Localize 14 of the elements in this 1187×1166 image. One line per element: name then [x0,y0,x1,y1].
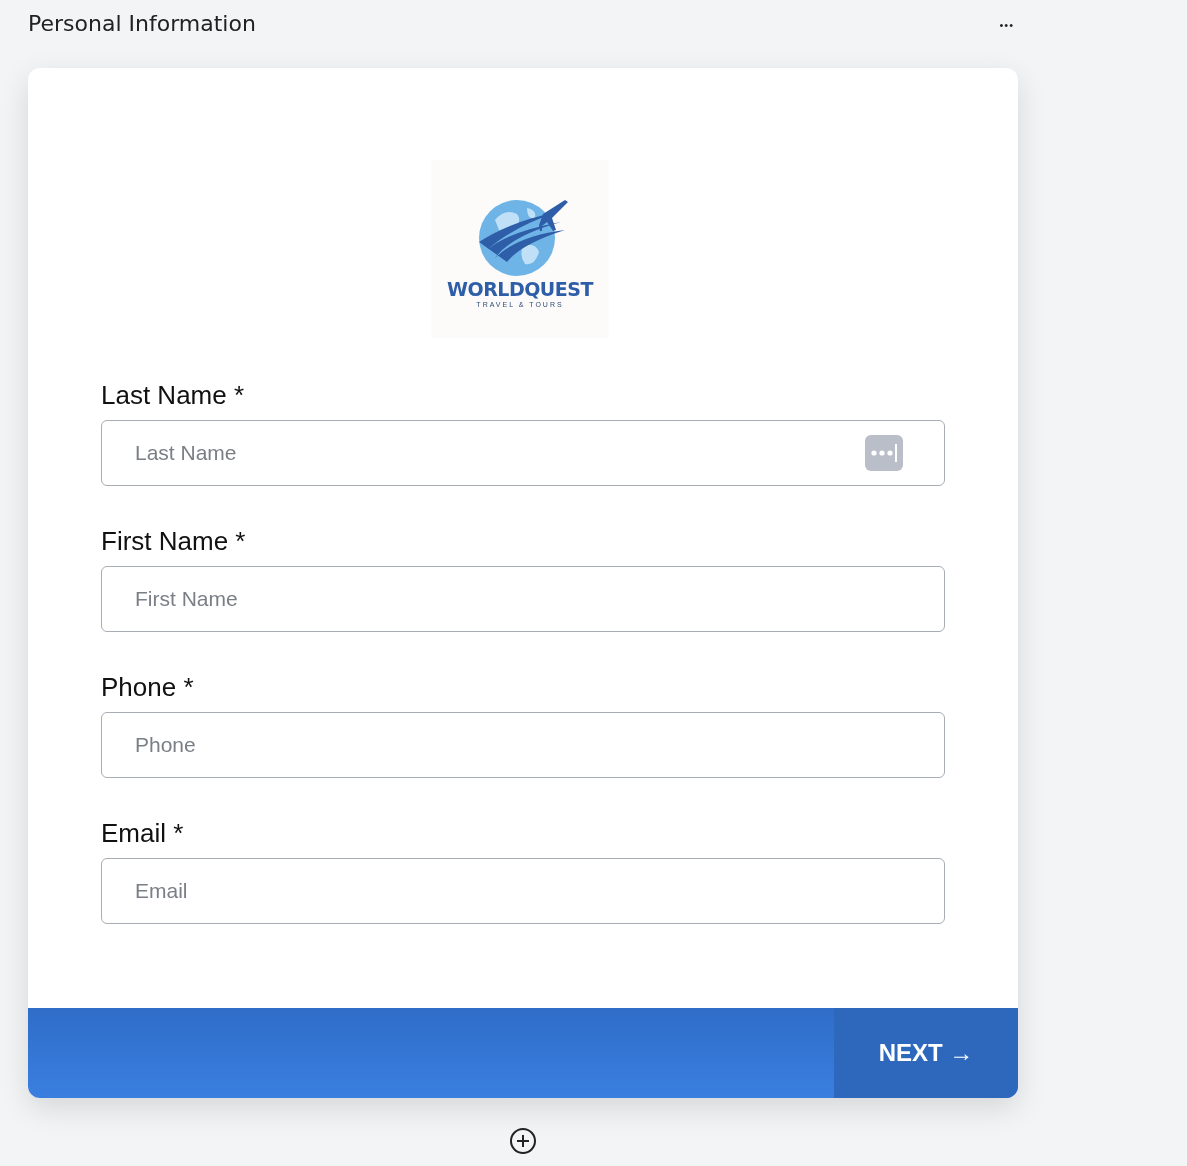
field-label: Email * [101,818,185,848]
field-label: Last Name * [101,380,246,410]
input-field[interactable]: Phone [101,712,945,778]
dots-icon[interactable] [865,435,903,471]
field-label: Phone * [101,672,195,702]
next-button[interactable]: NEXT → [834,1008,1018,1098]
more-menu-button[interactable]: ••• [999,11,1014,39]
input-field[interactable]: Last Name [101,420,945,486]
input-field[interactable]: Email [101,858,945,924]
section-title: Personal Information [28,11,256,36]
add-icon[interactable] [509,1127,537,1155]
input-field[interactable]: First Name [101,566,945,632]
field-label: First Name * [101,526,247,556]
logo-wordmark: WORLDQUEST [447,280,593,299]
